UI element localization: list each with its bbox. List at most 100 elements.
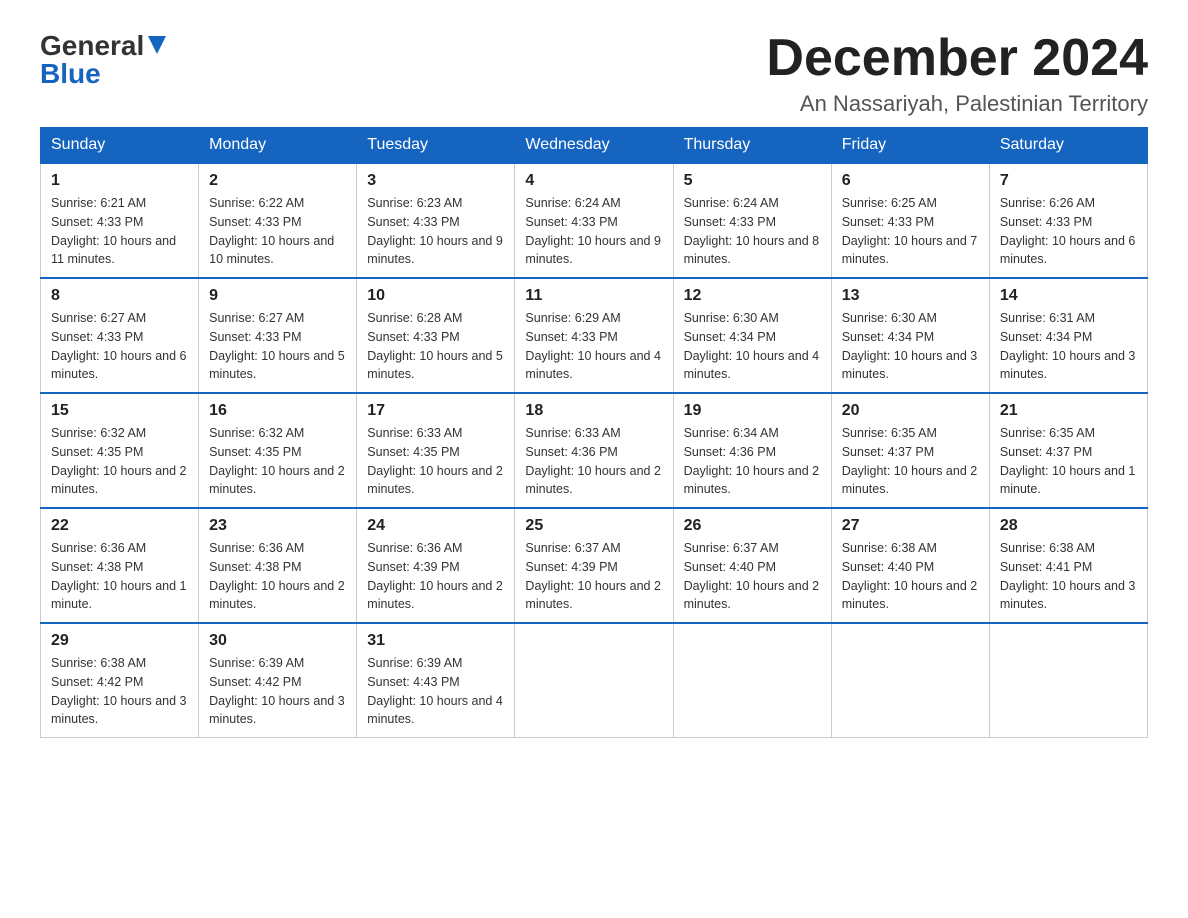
calendar-week-4: 22 Sunrise: 6:36 AMSunset: 4:38 PMDaylig… — [41, 508, 1148, 623]
calendar-week-5: 29 Sunrise: 6:38 AMSunset: 4:42 PMDaylig… — [41, 623, 1148, 738]
table-row: 16 Sunrise: 6:32 AMSunset: 4:35 PMDaylig… — [199, 393, 357, 508]
day-number: 1 — [51, 172, 188, 190]
table-row — [673, 623, 831, 738]
day-info: Sunrise: 6:27 AMSunset: 4:33 PMDaylight:… — [51, 311, 187, 381]
day-number: 31 — [367, 632, 504, 650]
day-number: 25 — [525, 517, 662, 535]
day-number: 12 — [684, 287, 821, 305]
table-row: 29 Sunrise: 6:38 AMSunset: 4:42 PMDaylig… — [41, 623, 199, 738]
table-row: 21 Sunrise: 6:35 AMSunset: 4:37 PMDaylig… — [989, 393, 1147, 508]
day-number: 5 — [684, 172, 821, 190]
day-info: Sunrise: 6:36 AMSunset: 4:39 PMDaylight:… — [367, 541, 503, 611]
day-info: Sunrise: 6:28 AMSunset: 4:33 PMDaylight:… — [367, 311, 503, 381]
day-number: 30 — [209, 632, 346, 650]
calendar-header-row: Sunday Monday Tuesday Wednesday Thursday… — [41, 128, 1148, 164]
day-number: 18 — [525, 402, 662, 420]
col-thursday: Thursday — [673, 128, 831, 164]
table-row: 18 Sunrise: 6:33 AMSunset: 4:36 PMDaylig… — [515, 393, 673, 508]
day-info: Sunrise: 6:35 AMSunset: 4:37 PMDaylight:… — [842, 426, 978, 496]
day-number: 28 — [1000, 517, 1137, 535]
day-number: 4 — [525, 172, 662, 190]
day-info: Sunrise: 6:26 AMSunset: 4:33 PMDaylight:… — [1000, 196, 1136, 266]
title-area: December 2024 An Nassariyah, Palestinian… — [766, 30, 1148, 117]
col-saturday: Saturday — [989, 128, 1147, 164]
table-row: 19 Sunrise: 6:34 AMSunset: 4:36 PMDaylig… — [673, 393, 831, 508]
day-number: 11 — [525, 287, 662, 305]
day-info: Sunrise: 6:32 AMSunset: 4:35 PMDaylight:… — [51, 426, 187, 496]
table-row: 6 Sunrise: 6:25 AMSunset: 4:33 PMDayligh… — [831, 163, 989, 278]
day-number: 27 — [842, 517, 979, 535]
table-row: 24 Sunrise: 6:36 AMSunset: 4:39 PMDaylig… — [357, 508, 515, 623]
day-number: 6 — [842, 172, 979, 190]
table-row: 25 Sunrise: 6:37 AMSunset: 4:39 PMDaylig… — [515, 508, 673, 623]
table-row: 28 Sunrise: 6:38 AMSunset: 4:41 PMDaylig… — [989, 508, 1147, 623]
day-number: 8 — [51, 287, 188, 305]
day-info: Sunrise: 6:30 AMSunset: 4:34 PMDaylight:… — [842, 311, 978, 381]
table-row — [515, 623, 673, 738]
table-row — [831, 623, 989, 738]
day-info: Sunrise: 6:25 AMSunset: 4:33 PMDaylight:… — [842, 196, 978, 266]
day-info: Sunrise: 6:36 AMSunset: 4:38 PMDaylight:… — [51, 541, 187, 611]
day-info: Sunrise: 6:36 AMSunset: 4:38 PMDaylight:… — [209, 541, 345, 611]
table-row: 1 Sunrise: 6:21 AMSunset: 4:33 PMDayligh… — [41, 163, 199, 278]
day-info: Sunrise: 6:39 AMSunset: 4:42 PMDaylight:… — [209, 656, 345, 726]
day-info: Sunrise: 6:31 AMSunset: 4:34 PMDaylight:… — [1000, 311, 1136, 381]
calendar-week-2: 8 Sunrise: 6:27 AMSunset: 4:33 PMDayligh… — [41, 278, 1148, 393]
day-number: 15 — [51, 402, 188, 420]
logo-arrow-icon — [148, 36, 166, 59]
subtitle: An Nassariyah, Palestinian Territory — [766, 91, 1148, 117]
table-row — [989, 623, 1147, 738]
calendar-table: Sunday Monday Tuesday Wednesday Thursday… — [40, 127, 1148, 738]
day-number: 22 — [51, 517, 188, 535]
table-row: 4 Sunrise: 6:24 AMSunset: 4:33 PMDayligh… — [515, 163, 673, 278]
table-row: 9 Sunrise: 6:27 AMSunset: 4:33 PMDayligh… — [199, 278, 357, 393]
day-number: 14 — [1000, 287, 1137, 305]
day-info: Sunrise: 6:38 AMSunset: 4:42 PMDaylight:… — [51, 656, 187, 726]
day-number: 19 — [684, 402, 821, 420]
table-row: 12 Sunrise: 6:30 AMSunset: 4:34 PMDaylig… — [673, 278, 831, 393]
day-number: 2 — [209, 172, 346, 190]
day-number: 13 — [842, 287, 979, 305]
day-info: Sunrise: 6:37 AMSunset: 4:39 PMDaylight:… — [525, 541, 661, 611]
page-title: December 2024 — [766, 30, 1148, 87]
table-row: 8 Sunrise: 6:27 AMSunset: 4:33 PMDayligh… — [41, 278, 199, 393]
table-row: 5 Sunrise: 6:24 AMSunset: 4:33 PMDayligh… — [673, 163, 831, 278]
day-info: Sunrise: 6:38 AMSunset: 4:40 PMDaylight:… — [842, 541, 978, 611]
day-number: 16 — [209, 402, 346, 420]
day-info: Sunrise: 6:34 AMSunset: 4:36 PMDaylight:… — [684, 426, 820, 496]
day-info: Sunrise: 6:22 AMSunset: 4:33 PMDaylight:… — [209, 196, 334, 266]
table-row: 26 Sunrise: 6:37 AMSunset: 4:40 PMDaylig… — [673, 508, 831, 623]
col-tuesday: Tuesday — [357, 128, 515, 164]
day-number: 23 — [209, 517, 346, 535]
table-row: 3 Sunrise: 6:23 AMSunset: 4:33 PMDayligh… — [357, 163, 515, 278]
day-info: Sunrise: 6:24 AMSunset: 4:33 PMDaylight:… — [525, 196, 661, 266]
day-number: 21 — [1000, 402, 1137, 420]
day-number: 24 — [367, 517, 504, 535]
page-header: General Blue December 2024 An Nassariyah… — [40, 30, 1148, 117]
table-row: 10 Sunrise: 6:28 AMSunset: 4:33 PMDaylig… — [357, 278, 515, 393]
day-info: Sunrise: 6:21 AMSunset: 4:33 PMDaylight:… — [51, 196, 176, 266]
day-info: Sunrise: 6:27 AMSunset: 4:33 PMDaylight:… — [209, 311, 345, 381]
col-friday: Friday — [831, 128, 989, 164]
col-sunday: Sunday — [41, 128, 199, 164]
table-row: 13 Sunrise: 6:30 AMSunset: 4:34 PMDaylig… — [831, 278, 989, 393]
logo: General Blue — [40, 30, 166, 90]
table-row: 11 Sunrise: 6:29 AMSunset: 4:33 PMDaylig… — [515, 278, 673, 393]
table-row: 14 Sunrise: 6:31 AMSunset: 4:34 PMDaylig… — [989, 278, 1147, 393]
col-monday: Monday — [199, 128, 357, 164]
table-row: 27 Sunrise: 6:38 AMSunset: 4:40 PMDaylig… — [831, 508, 989, 623]
table-row: 2 Sunrise: 6:22 AMSunset: 4:33 PMDayligh… — [199, 163, 357, 278]
table-row: 20 Sunrise: 6:35 AMSunset: 4:37 PMDaylig… — [831, 393, 989, 508]
day-number: 10 — [367, 287, 504, 305]
table-row: 15 Sunrise: 6:32 AMSunset: 4:35 PMDaylig… — [41, 393, 199, 508]
day-info: Sunrise: 6:30 AMSunset: 4:34 PMDaylight:… — [684, 311, 820, 381]
day-info: Sunrise: 6:35 AMSunset: 4:37 PMDaylight:… — [1000, 426, 1136, 496]
day-number: 20 — [842, 402, 979, 420]
day-info: Sunrise: 6:33 AMSunset: 4:36 PMDaylight:… — [525, 426, 661, 496]
table-row: 17 Sunrise: 6:33 AMSunset: 4:35 PMDaylig… — [357, 393, 515, 508]
table-row: 7 Sunrise: 6:26 AMSunset: 4:33 PMDayligh… — [989, 163, 1147, 278]
table-row: 23 Sunrise: 6:36 AMSunset: 4:38 PMDaylig… — [199, 508, 357, 623]
day-number: 7 — [1000, 172, 1137, 190]
day-number: 17 — [367, 402, 504, 420]
day-number: 3 — [367, 172, 504, 190]
